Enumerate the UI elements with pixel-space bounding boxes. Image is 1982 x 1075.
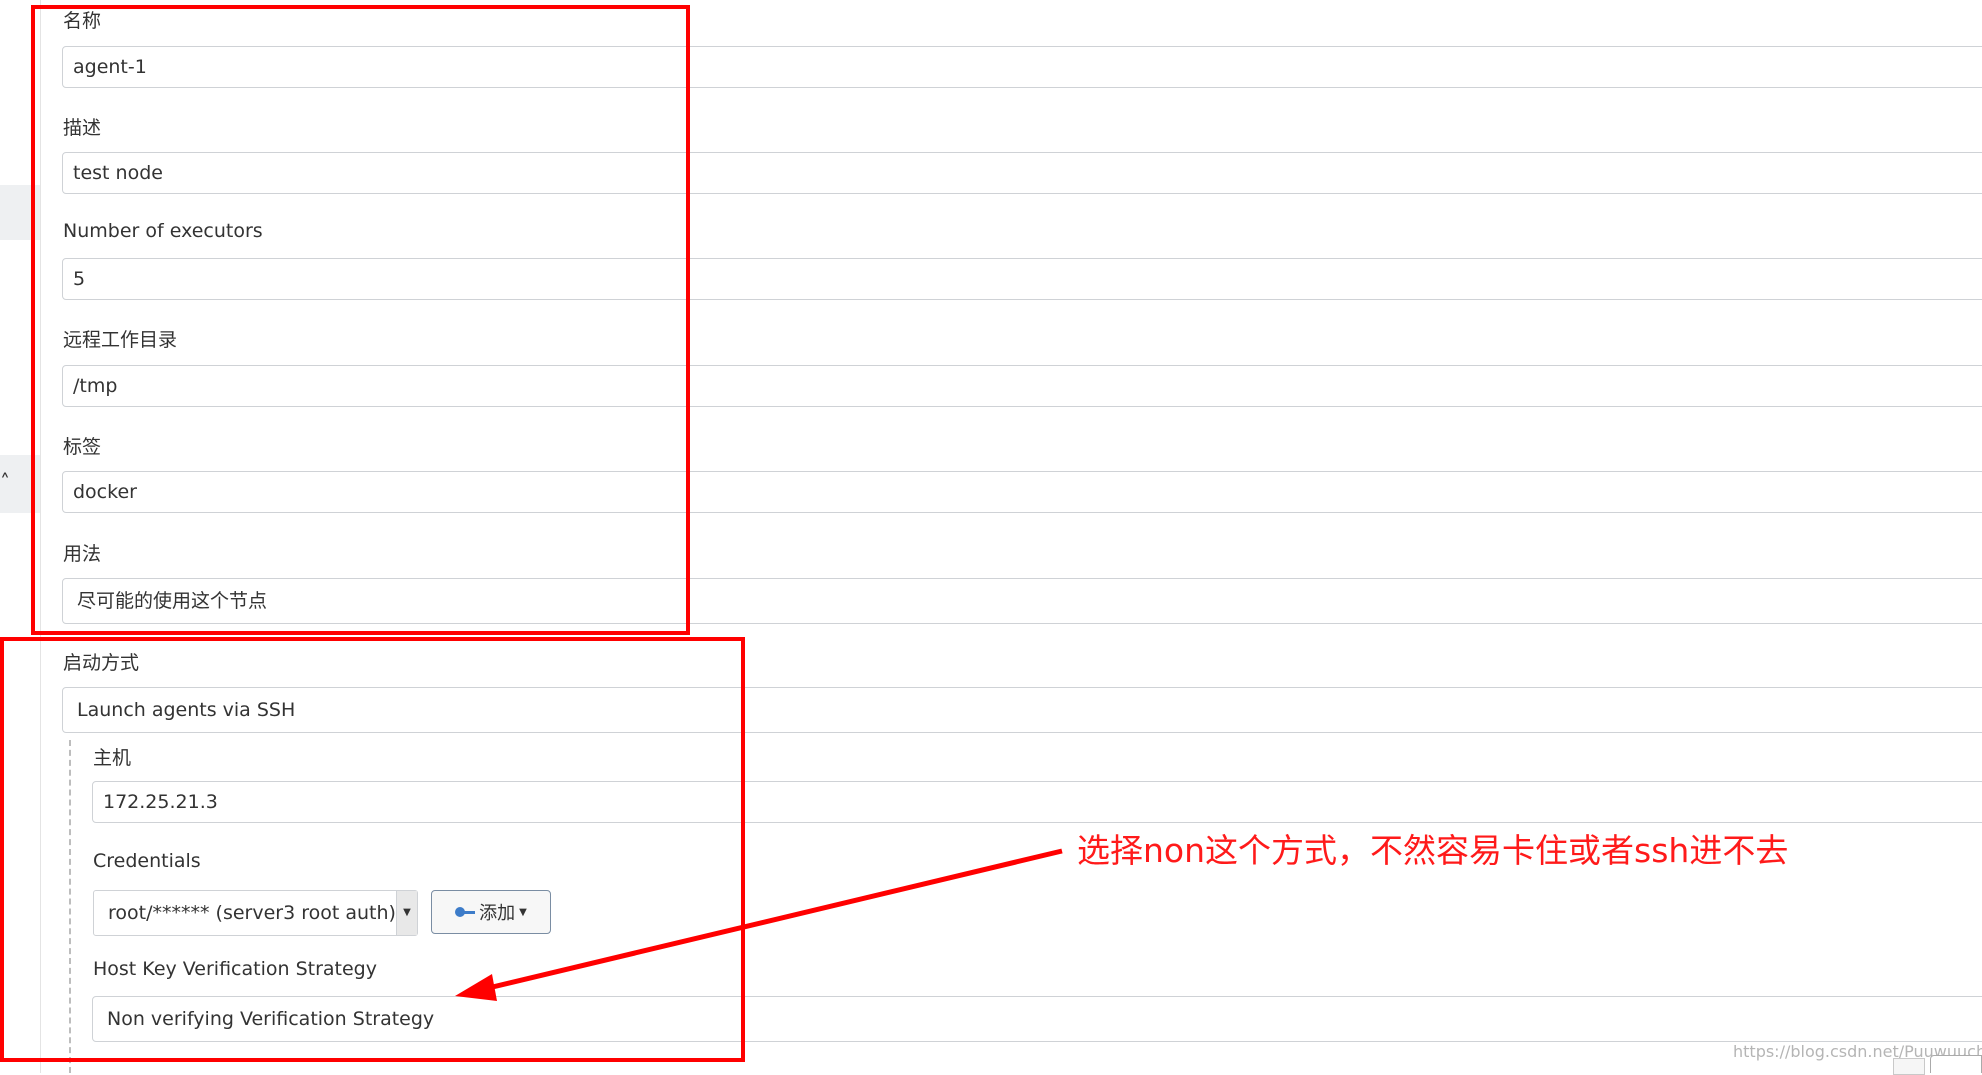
notepad-icon (1893, 1058, 1925, 1075)
corner-button[interactable] (1930, 1055, 1982, 1073)
annotation-text: 选择non这个方式，不然容易卡住或者ssh进不去 (1077, 831, 1789, 870)
annotation-arrow (455, 848, 1063, 1001)
